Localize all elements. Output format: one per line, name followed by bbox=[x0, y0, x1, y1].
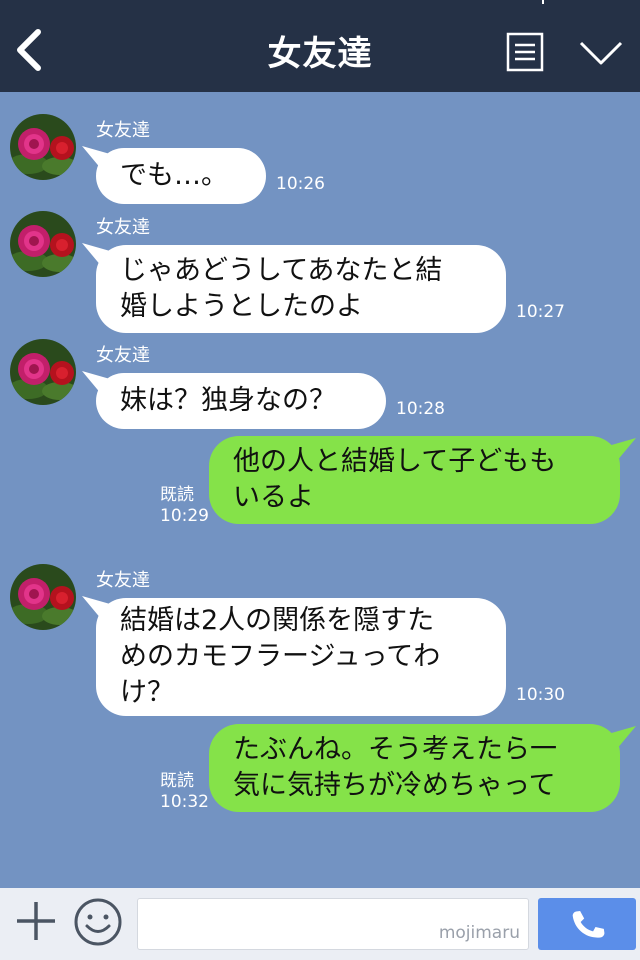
message-time: 10:32 bbox=[160, 792, 209, 812]
sender-name: 女友達 bbox=[96, 217, 150, 238]
message-bubble[interactable]: 妹は？独身なの？ bbox=[96, 373, 386, 429]
rose-avatar-icon bbox=[10, 114, 76, 180]
read-receipt: 既読 bbox=[160, 771, 194, 791]
message-time: 10:29 bbox=[160, 506, 209, 526]
smiley-icon[interactable] bbox=[72, 896, 124, 948]
rose-avatar-icon bbox=[10, 564, 76, 630]
chevron-down-icon[interactable] bbox=[578, 38, 624, 68]
bubble-tail bbox=[608, 726, 636, 750]
message-time: 10:26 bbox=[276, 174, 325, 194]
message-bubble[interactable]: 結婚は2人の関係を隠すた めのカモフラージュってわ け？ bbox=[96, 598, 506, 716]
rose-avatar-icon bbox=[10, 339, 76, 405]
message-time: 10:27 bbox=[516, 302, 565, 322]
sender-name: 女友達 bbox=[96, 120, 150, 141]
chat-title: 女友達 bbox=[267, 34, 373, 74]
call-button[interactable] bbox=[538, 898, 636, 950]
read-receipt: 既読 bbox=[160, 485, 194, 505]
avatar[interactable] bbox=[10, 564, 76, 630]
status-indicator bbox=[542, 0, 544, 4]
watermark-text: mojimaru bbox=[438, 923, 520, 943]
avatar[interactable] bbox=[10, 339, 76, 405]
message-input-bar: mojimaru bbox=[0, 888, 640, 960]
message-time: 10:30 bbox=[516, 685, 565, 705]
message-list[interactable]: 女友達 でも…。 10:26 女友達 じゃあどうしてあなたと結 婚しようとしたの… bbox=[0, 92, 640, 888]
plus-icon[interactable] bbox=[14, 898, 58, 944]
rose-avatar-icon bbox=[10, 211, 76, 277]
message-bubble[interactable]: じゃあどうしてあなたと結 婚しようとしたのよ bbox=[96, 245, 506, 333]
bubble-tail bbox=[608, 438, 636, 462]
menu-list-icon[interactable] bbox=[506, 32, 544, 72]
message-input[interactable]: mojimaru bbox=[137, 898, 529, 950]
message-bubble[interactable]: 他の人と結婚して子どもも いるよ bbox=[209, 436, 620, 524]
avatar[interactable] bbox=[10, 114, 76, 180]
phone-call-icon bbox=[572, 910, 605, 938]
message-time: 10:28 bbox=[396, 399, 445, 419]
sender-name: 女友達 bbox=[96, 345, 150, 366]
message-bubble[interactable]: たぶんね。そう考えたら一 気に気持ちが冷めちゃって bbox=[209, 724, 620, 812]
avatar[interactable] bbox=[10, 211, 76, 277]
chat-header: 女友達 bbox=[0, 0, 640, 92]
sender-name: 女友達 bbox=[96, 570, 150, 591]
message-bubble[interactable]: でも…。 bbox=[96, 148, 266, 204]
